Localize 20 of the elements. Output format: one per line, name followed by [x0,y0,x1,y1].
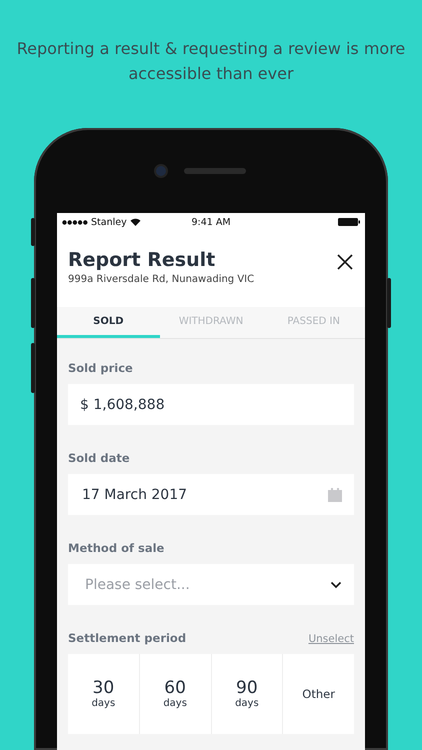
signal-icon [62,220,88,224]
status-time: 9:41 AM [191,216,231,228]
field-label: Sold date [68,451,131,465]
price-field[interactable]: $ 1,608,888 [68,384,354,425]
camera-icon [156,166,166,176]
calendar-icon [328,488,342,502]
screen-title: Report Result [68,249,216,271]
carrier-name: Stanley [91,216,127,228]
close-icon[interactable] [337,254,353,270]
field-label: Method of sale [68,541,166,555]
headline: Reporting a result & requesting a review is more accessible than ever [16,38,406,85]
date-field[interactable]: 17 March 2017 [68,474,354,515]
address-text: 999a Riversdale Rd, Nunawading VIC [68,274,254,285]
tab[interactable]: SOLD [57,307,160,338]
wifi-icon [130,218,141,226]
speaker-icon [184,168,246,174]
battery-icon [338,218,360,226]
chevron-down-icon [330,580,342,588]
field-label: Sold price [68,361,134,375]
field-label: Settlement period [68,631,186,645]
